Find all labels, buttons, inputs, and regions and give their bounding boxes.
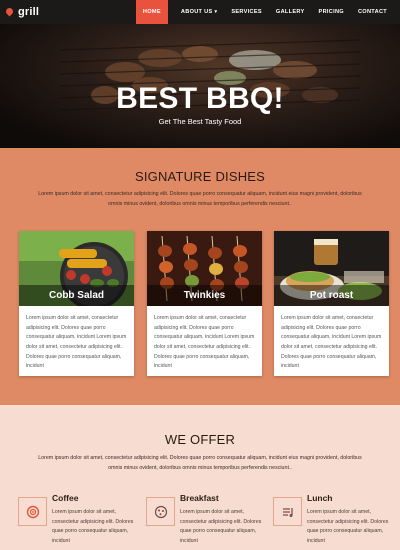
main-menu: HOME ABOUT US ▾ SERVICES GALLERY PRICING… [135,0,400,24]
dish-text: Lorem ipsum dolor sit amet, consectetur … [281,315,382,370]
nav-home[interactable]: HOME [135,0,168,24]
nav-pricing[interactable]: PRICING [312,0,351,24]
service-title: Breakfast [180,493,219,503]
offer-title: WE OFFER [164,432,236,447]
hero-subtitle: Get The Best Tasty Food [158,117,242,126]
dish-name: Cobb Salad [19,285,134,306]
signature-description: Lorem ipsum dolor sit amet, consectetur … [38,191,362,207]
nav-services[interactable]: SERVICES [224,0,269,24]
service-title: Lunch [307,493,333,503]
top-navbar: grill HOME ABOUT US ▾ SERVICES GALLERY P… [0,0,400,24]
dish-name: Twinkies [147,285,262,306]
coffee-icon [18,497,47,526]
dish-card-pot-roast[interactable]: Pot roast Lorem ipsum dolor sit amet, co… [274,231,389,376]
signature-dishes-section: SIGNATURE DISHES Lorem ipsum dolor sit a… [0,148,400,405]
dish-card-cobb-salad[interactable]: Cobb Salad Lorem ipsum dolor sit amet, c… [19,231,134,376]
service-lunch[interactable]: Lunch Lorem ipsum dolor sit amet, consec… [273,489,393,549]
hero-title: BEST BBQ! [116,82,284,115]
offer-description: Lorem ipsum dolor sit amet, consectetur … [38,455,362,471]
signature-title: SIGNATURE DISHES [134,169,266,184]
nav-about-us[interactable]: ABOUT US ▾ [174,0,224,24]
service-title: Coffee [52,493,79,503]
service-text: Lorem ipsum dolor sit amet, consectetur … [307,509,389,544]
music-icon [273,497,302,526]
brand-name: grill [18,6,40,18]
nav-about-label: ABOUT US [180,9,213,15]
service-text: Lorem ipsum dolor sit amet, consectetur … [52,509,134,544]
nav-gallery[interactable]: GALLERY [269,0,312,24]
dish-image: Twinkies [147,231,262,306]
dish-image: Pot roast [274,231,389,306]
dish-text: Lorem ipsum dolor sit amet, consectetur … [26,315,127,370]
we-offer-section: WE OFFER Lorem ipsum dolor sit amet, con… [0,405,400,550]
dish-text: Lorem ipsum dolor sit amet, consectetur … [154,315,255,370]
service-breakfast[interactable]: Breakfast Lorem ipsum dolor sit amet, co… [146,489,266,549]
dish-name: Pot roast [274,285,389,306]
brand-logo[interactable]: grill [4,0,40,24]
caret-down-icon: ▾ [214,9,218,15]
map-pin-icon [4,6,15,16]
nav-contact[interactable]: CONTACT [351,0,394,24]
cookie-icon [146,497,175,526]
dish-image: Cobb Salad [19,231,134,306]
service-coffee[interactable]: Coffee Lorem ipsum dolor sit amet, conse… [18,489,138,549]
dish-card-twinkies[interactable]: Twinkies Lorem ipsum dolor sit amet, con… [147,231,262,376]
service-text: Lorem ipsum dolor sit amet, consectetur … [180,509,262,544]
